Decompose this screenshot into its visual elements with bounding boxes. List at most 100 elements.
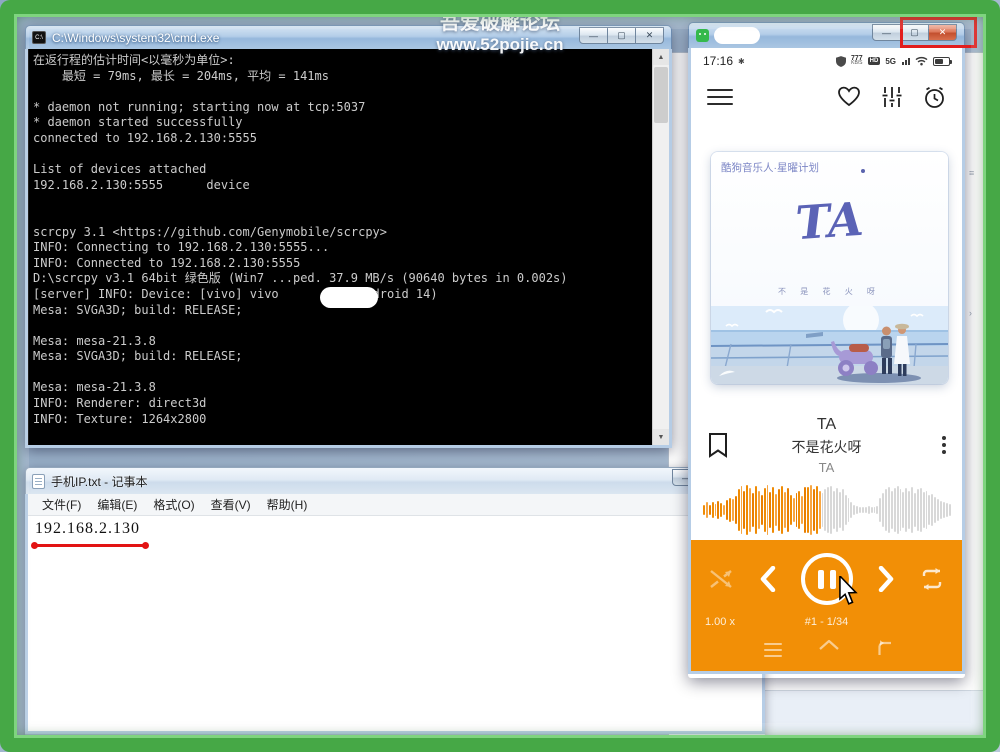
waveform-bar — [809, 485, 812, 535]
nav-recents-icon[interactable] — [764, 639, 783, 661]
status-star-icon: ✱ — [738, 56, 745, 66]
more-options-icon[interactable] — [942, 436, 946, 454]
track-counter: #1 - 1/34 — [804, 616, 849, 628]
favorite-heart-icon[interactable] — [837, 86, 861, 108]
waveform-bar — [714, 504, 717, 516]
notepad-window: 手机IP.txt - 记事本 — ▢ ✕ 文件(F)编辑(E)格式(O)查看(V… — [25, 467, 765, 737]
waveform-bar — [760, 494, 763, 526]
notepad-menu-item[interactable]: 文件(F) — [34, 494, 89, 515]
waveform-bar — [850, 502, 853, 518]
waveform-bar — [792, 497, 795, 523]
cmd-icon: C:\ — [32, 31, 46, 44]
nav-back-icon[interactable] — [875, 639, 895, 659]
mouse-cursor — [839, 576, 858, 605]
notepad-ip-text: 192.168.2.130 — [35, 520, 140, 537]
song-title: TA — [816, 415, 837, 433]
status-icons: 777 KB/S HD 5G — [835, 55, 952, 67]
cmd-console[interactable]: 在返行程的估计时间<以毫秒为单位>: 最短 = 79ms, 最长 = 204ms… — [25, 49, 672, 448]
waveform-bar — [746, 485, 749, 535]
waveform-bar — [807, 487, 809, 533]
scroll-up-arrow[interactable]: ▲ — [653, 49, 669, 65]
waveform-bar — [937, 499, 940, 521]
waveform-bar — [731, 499, 734, 521]
waveform-bar — [830, 485, 833, 535]
waveform-bar — [769, 491, 772, 529]
waveform-seekbar[interactable] — [703, 482, 951, 538]
notepad-text-area[interactable]: 192.168.2.130 — [28, 516, 762, 731]
notepad-body: 文件(F) 编辑(E) 格式(O) 查看(V) 帮助(H) 192.168.2.130 — [25, 494, 765, 734]
phone-screen: 17:16 ✱ 777 KB/S HD 5G 酷狗音乐人·星曜计划 TA 不 是… — [688, 48, 965, 674]
notepad-menu-item[interactable]: 格式(O) — [145, 494, 202, 515]
notepad-menu-item[interactable]: 帮助(H) — [259, 494, 316, 515]
waveform-bar — [783, 492, 786, 528]
battery-icon — [933, 56, 952, 66]
cmd-minimize-button[interactable]: — — [579, 27, 608, 44]
5g-network-label: 5G — [885, 56, 896, 66]
scroll-down-arrow[interactable]: ▼ — [653, 429, 669, 445]
waveform-bar — [948, 504, 951, 516]
notepad-menu-item[interactable]: 查看(V) — [203, 494, 259, 515]
cmd-window-buttons: — ▢ ✕ — [579, 27, 664, 44]
shuffle-icon[interactable] — [709, 567, 735, 591]
phone-minimize-button[interactable]: — — [872, 24, 901, 41]
waveform-bar — [752, 492, 755, 528]
equalizer-sliders-icon[interactable] — [882, 86, 902, 108]
waveform-bar — [919, 488, 922, 532]
previous-track-icon[interactable] — [760, 566, 776, 592]
signal-bars-icon — [902, 57, 910, 65]
bookmark-icon[interactable] — [707, 432, 729, 458]
background-window-fragment: ≡ — [969, 168, 975, 178]
waveform-bar — [821, 493, 824, 527]
waveform-bar — [720, 502, 723, 518]
player-control-panel: 1.00 x #1 - 1/34 — [691, 540, 962, 671]
cmd-maximize-button[interactable]: ▢ — [607, 27, 636, 44]
waveform-bar — [763, 487, 766, 533]
background-window-fragment: › — [969, 308, 972, 318]
notepad-menubar: 文件(F) 编辑(E) 格式(O) 查看(V) 帮助(H) — [28, 494, 762, 516]
waveform-bar — [815, 486, 818, 534]
notepad-menu-item[interactable]: 编辑(E) — [89, 494, 145, 515]
waveform-bar — [925, 491, 928, 529]
album-art-illustration — [711, 306, 948, 384]
cmd-scrollbar[interactable]: ▲ ▼ — [652, 49, 669, 445]
cmd-titlebar[interactable]: C:\ C:\Windows\system32\cmd.exe — ▢ ✕ — [25, 25, 672, 49]
waveform-bar — [885, 489, 887, 531]
nav-home-icon[interactable] — [818, 639, 840, 659]
scroll-thumb[interactable] — [654, 67, 668, 123]
network-speed-indicator: 777 KB/S — [850, 55, 863, 66]
waveform-bar — [908, 491, 911, 529]
waveform-bar — [847, 497, 850, 523]
album-art-card[interactable]: 酷狗音乐人·星曜计划 TA 不 是 花 火 呀 — [711, 152, 948, 384]
waveform-bar — [896, 485, 899, 535]
waveform-bar — [914, 493, 916, 527]
waveform-bar — [888, 486, 890, 534]
waveform-bar — [856, 506, 859, 514]
close-button-highlight-annotation — [900, 17, 977, 48]
menu-icon[interactable] — [707, 84, 733, 110]
waveform-bar — [879, 497, 882, 523]
hd-voice-icon: HD — [867, 57, 881, 65]
waveform-bar — [835, 488, 838, 532]
scrcpy-phone-window: — ▢ ✕ 17:16 ✱ 777 KB/S HD 5G 酷狗音乐人·星曜计划 … — [688, 22, 965, 678]
cmd-close-button[interactable]: ✕ — [635, 27, 664, 44]
waveform-bar — [876, 505, 879, 515]
waveform-bar — [931, 493, 934, 527]
waveform-bar — [838, 492, 841, 528]
waveform-bar — [778, 489, 781, 531]
waveform-bar — [740, 486, 743, 534]
waveform-bar — [708, 505, 711, 515]
repeat-icon[interactable] — [919, 567, 945, 591]
waveform-bar — [867, 506, 870, 514]
waveform-bar — [899, 489, 902, 531]
waveform-bar — [853, 505, 856, 515]
next-track-icon[interactable] — [878, 566, 894, 592]
waveform-bar — [824, 489, 827, 531]
notepad-titlebar[interactable]: 手机IP.txt - 记事本 — ▢ ✕ — [25, 467, 765, 494]
song-album: TA — [818, 459, 835, 475]
album-label: 酷狗音乐人·星曜计划 — [721, 162, 819, 174]
console-text: 在返行程的估计时间<以毫秒为单位>: 最短 = 79ms, 最长 = 204ms… — [33, 53, 568, 426]
waveform-bar — [870, 507, 873, 513]
song-info-row: TA 不是花火呀 TA — [691, 412, 962, 478]
sleep-timer-alarm-icon[interactable] — [923, 86, 946, 109]
waveform-bar — [890, 491, 893, 529]
